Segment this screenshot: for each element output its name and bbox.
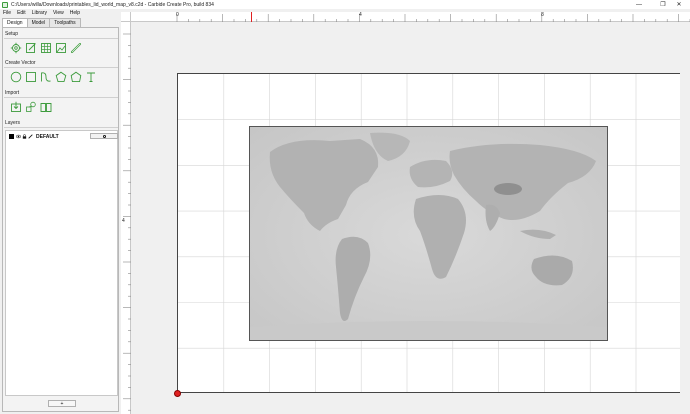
title-bar: C:/Users/willa/Downloads/printables_lid_…	[0, 0, 690, 9]
grid-icon	[40, 42, 51, 53]
gear-icon	[102, 134, 106, 138]
polygon-alt-tool[interactable]	[69, 70, 82, 83]
grid-button[interactable]	[39, 41, 52, 54]
measure-button[interactable]	[69, 41, 82, 54]
add-layer-button[interactable]: +	[48, 400, 76, 407]
import-shapes-button[interactable]	[24, 100, 37, 113]
import-tools	[9, 100, 52, 113]
setup-heading: Setup	[5, 31, 19, 37]
gear-icon	[10, 42, 21, 53]
pentagon-icon	[55, 71, 66, 82]
curve-icon	[40, 71, 51, 82]
divider	[4, 97, 118, 98]
polygon-tool[interactable]	[54, 70, 67, 83]
horizontal-ruler: 0 4 8	[131, 12, 690, 22]
edit-icon[interactable]	[28, 134, 33, 139]
layer-settings-button[interactable]	[90, 133, 118, 139]
design-canvas[interactable]: 0 4 8 4	[121, 9, 690, 414]
layer-name: DEFAULT	[36, 133, 59, 140]
close-button[interactable]: ✕	[668, 0, 690, 9]
book-icon	[40, 102, 51, 112]
vector-tools	[9, 70, 97, 83]
tab-design[interactable]: Design	[2, 18, 28, 27]
left-panel: Design Model Toolpaths Setup Create Vect…	[0, 17, 121, 414]
cursor-position-marker	[251, 12, 252, 22]
layer-color-swatch[interactable]	[9, 134, 14, 139]
layers-list: DEFAULT	[5, 130, 118, 396]
eye-icon[interactable]	[16, 134, 21, 139]
divider	[4, 67, 118, 68]
tab-toolpaths[interactable]: Toolpaths	[49, 18, 81, 27]
window-title: C:/Users/willa/Downloads/printables_lid_…	[11, 1, 214, 8]
vertical-scrollbar[interactable]	[680, 22, 689, 414]
import-icon	[10, 101, 21, 112]
edit-document-icon	[25, 42, 36, 53]
text-tool[interactable]	[84, 70, 97, 83]
rectangle-icon	[25, 71, 36, 82]
tab-model[interactable]: Model	[26, 18, 51, 27]
ruler-label: 4	[359, 12, 362, 18]
import-file-button[interactable]	[9, 100, 22, 113]
ruler-label: 8	[541, 12, 544, 18]
origin-marker-icon	[174, 390, 181, 397]
circle-tool[interactable]	[9, 70, 22, 83]
circle-icon	[10, 71, 21, 82]
ruler-label: 0	[176, 12, 179, 18]
text-icon	[86, 72, 95, 82]
ruler-corner	[121, 12, 131, 22]
ruler-label: 4	[122, 218, 125, 224]
polygon-icon	[70, 71, 81, 82]
lock-icon[interactable]	[22, 134, 27, 139]
rectangle-tool[interactable]	[24, 70, 37, 83]
app-icon	[2, 1, 8, 8]
stock-area[interactable]	[177, 73, 681, 393]
divider	[4, 127, 118, 128]
menu-help[interactable]: Help	[70, 10, 80, 16]
pencil-icon	[70, 42, 81, 53]
divider	[4, 38, 118, 39]
new-document-button[interactable]	[24, 41, 37, 54]
menu-file[interactable]: File	[3, 10, 11, 16]
setup-tools	[9, 41, 82, 54]
import-heading: Import	[5, 90, 20, 96]
application-window: C:/Users/willa/Downloads/printables_lid_…	[0, 0, 690, 414]
create-vector-heading: Create Vector	[5, 60, 36, 66]
image-button[interactable]	[54, 41, 67, 54]
design-panel: Setup Create Vector Import Layers DEFAUL…	[2, 27, 119, 412]
menu-edit[interactable]: Edit	[17, 10, 26, 16]
menu-library[interactable]: Library	[32, 10, 47, 16]
layer-row[interactable]: DEFAULT	[9, 133, 118, 140]
library-button[interactable]	[39, 100, 52, 113]
shapes-icon	[25, 101, 36, 112]
minimize-button[interactable]: —	[628, 0, 650, 9]
image-icon	[55, 42, 66, 53]
vertical-ruler: 4	[121, 22, 131, 414]
menu-bar: File Edit Library View Help	[0, 9, 120, 17]
job-setup-button[interactable]	[9, 41, 22, 54]
layers-heading: Layers	[5, 120, 21, 126]
world-map-image[interactable]	[249, 126, 608, 341]
tab-bar: Design Model Toolpaths	[2, 18, 81, 27]
menu-view[interactable]: View	[53, 10, 64, 16]
curve-tool[interactable]	[39, 70, 52, 83]
